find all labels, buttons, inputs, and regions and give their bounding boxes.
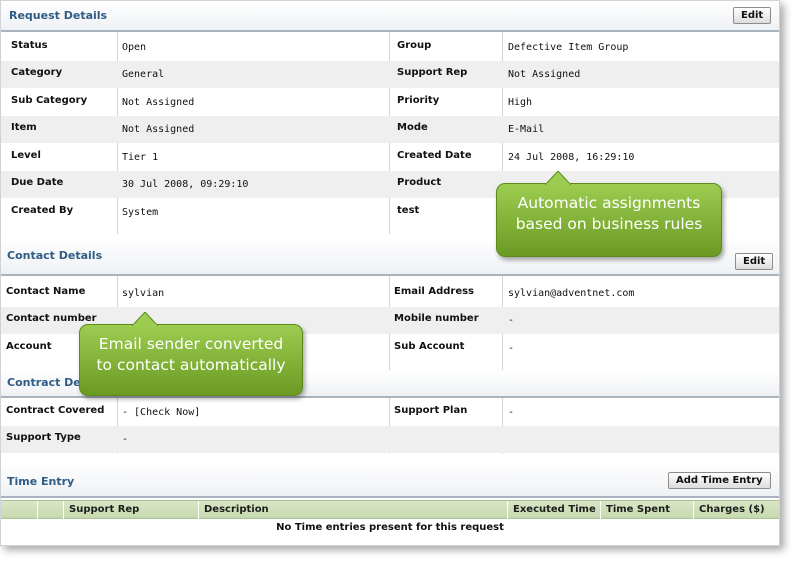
column-header-blank <box>1 501 37 520</box>
column-header-support-rep[interactable]: Support Rep <box>63 501 198 520</box>
time-entry-header: Time Entry Add Time Entry <box>1 463 779 496</box>
mode-value: E-Mail <box>508 124 545 135</box>
mode-label: Mode <box>397 122 428 133</box>
callout-line: based on business rules <box>515 215 703 233</box>
level-label: Level <box>11 150 41 161</box>
test-label: test <box>397 205 420 216</box>
status-label: Status <box>11 40 48 51</box>
callout-line: Email sender converted <box>98 335 284 353</box>
due-date-label: Due Date <box>11 177 64 188</box>
column-header-description[interactable]: Description <box>198 501 507 520</box>
callout-line: to contact automatically <box>96 356 286 374</box>
column-header-charges[interactable]: Charges ($) <box>693 501 779 520</box>
priority-value: High <box>508 97 533 108</box>
group-value: Defective Item Group <box>508 42 629 53</box>
auto-assign-callout: Automatic assignments based on business … <box>496 171 722 257</box>
callout-line: Automatic assignments <box>517 194 701 212</box>
detail-row: Contact Name sylvian Email Address sylvi… <box>1 280 779 307</box>
detail-row: Level Tier 1 Created Date 24 Jul 2008, 1… <box>1 144 779 171</box>
time-entry-empty-message: No Time entries present for this request <box>276 522 504 533</box>
detail-row: Category General Support Rep Not Assigne… <box>1 61 779 88</box>
support-plan-value: - <box>508 407 515 418</box>
column-header-executed-time[interactable]: Executed Time <box>507 501 600 520</box>
item-value: Not Assigned <box>122 124 195 135</box>
request-details-header: Request Details Edit <box>1 1 779 30</box>
time-entry-table-header: Support Rep Description Executed Time Ti… <box>1 500 779 520</box>
status-value: Open <box>122 42 147 53</box>
created-date-label: Created Date <box>397 150 472 161</box>
detail-row: Support Type - <box>1 426 779 453</box>
edit-contact-button[interactable]: Edit <box>735 253 774 270</box>
support-type-label: Support Type <box>6 432 81 443</box>
sub-account-label: Sub Account <box>394 341 465 352</box>
request-details-title: Request Details <box>9 9 108 22</box>
time-entry-title: Time Entry <box>7 475 75 488</box>
priority-label: Priority <box>397 95 440 106</box>
group-label: Group <box>397 40 432 51</box>
callout-pointer-icon <box>132 312 158 326</box>
account-label: Account <box>6 341 52 352</box>
section-divider <box>1 496 779 498</box>
email-address-value: sylvian@adventnet.com <box>508 288 635 299</box>
support-rep-label: Support Rep <box>397 67 468 78</box>
sub-account-value: - <box>508 343 515 354</box>
contact-name-label: Contact Name <box>6 286 86 297</box>
contact-number-label: Contact number <box>6 313 97 324</box>
sub-category-label: Sub Category <box>11 95 88 106</box>
created-date-value: 24 Jul 2008, 16:29:10 <box>508 152 635 163</box>
created-by-label: Created By <box>11 205 74 216</box>
created-by-value: System <box>122 207 159 218</box>
level-value: Tier 1 <box>122 152 159 163</box>
detail-row: Status Open Group Defective Item Group <box>1 34 779 61</box>
contact-name-value: sylvian <box>122 288 165 299</box>
column-header-time-spent[interactable]: Time Spent <box>600 501 693 520</box>
support-rep-value: Not Assigned <box>508 69 581 80</box>
detail-row: Item Not Assigned Mode E-Mail <box>1 116 779 143</box>
category-label: Category <box>11 67 63 78</box>
edit-request-button[interactable]: Edit <box>733 7 772 24</box>
mobile-number-value: - <box>508 315 515 326</box>
item-label: Item <box>11 122 37 133</box>
category-value: General <box>122 69 165 80</box>
sub-category-value: Not Assigned <box>122 97 195 108</box>
request-details-panel: Request Details Edit Status Open Group D… <box>0 0 780 546</box>
add-time-entry-button[interactable]: Add Time Entry <box>668 472 771 489</box>
mobile-number-label: Mobile number <box>394 313 479 324</box>
product-label: Product <box>397 177 442 188</box>
detail-row: Sub Category Not Assigned Priority High <box>1 89 779 116</box>
support-type-value: - <box>122 434 129 445</box>
email-sender-callout: Email sender converted to contact automa… <box>79 312 303 396</box>
callout-pointer-icon <box>545 171 571 185</box>
contract-covered-label: Contract Covered <box>6 405 105 416</box>
contact-details-title: Contact Details <box>7 249 103 262</box>
support-plan-label: Support Plan <box>394 405 468 416</box>
column-header-blank <box>37 501 63 520</box>
email-address-label: Email Address <box>394 286 475 297</box>
check-now-link[interactable]: - [Check Now] <box>122 407 200 418</box>
due-date-value: 30 Jul 2008, 09:29:10 <box>122 179 249 190</box>
detail-row: Contract Covered - [Check Now] Support P… <box>1 399 779 426</box>
